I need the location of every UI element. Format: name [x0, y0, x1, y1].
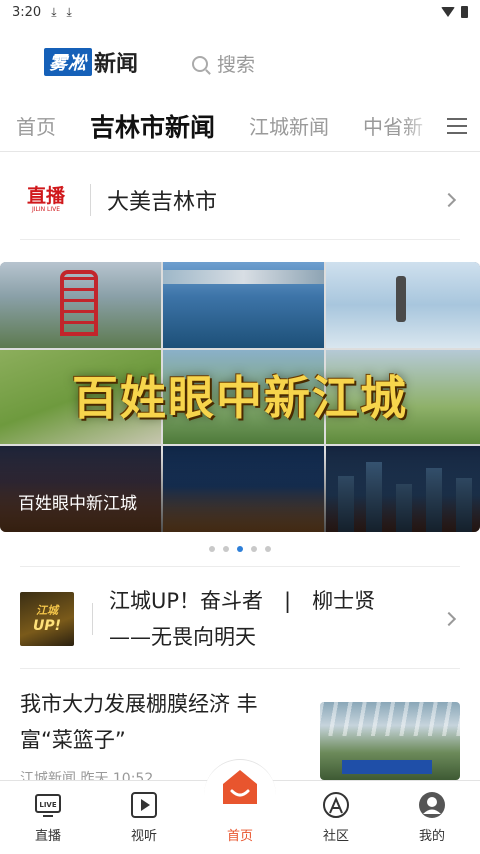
thumbnail-caption-bar [342, 760, 432, 774]
app-logo: 雾凇 新闻 [44, 46, 138, 78]
user-icon [419, 792, 445, 818]
nav-label: 视听 [130, 829, 157, 844]
menu-line [447, 125, 467, 127]
divider [20, 566, 460, 567]
tab-jiangcheng-news[interactable]: 江城新闻 [249, 111, 329, 140]
community-icon [323, 792, 349, 818]
chevron-right-icon [441, 192, 457, 207]
tabs-fade [404, 100, 434, 151]
nav-label: 我的 [418, 829, 445, 844]
greenhouse-roof [320, 702, 460, 736]
play-icon [131, 792, 157, 818]
menu-line [447, 132, 467, 134]
live-logo-text: 直播 [26, 184, 65, 207]
carousel-dot[interactable] [209, 546, 215, 552]
separator [92, 603, 93, 635]
bottom-navigation: LIVE 直播 视听 首页 社区 我的 [0, 759, 480, 854]
nav-live[interactable]: LIVE 直播 [0, 781, 96, 854]
carousel-dot[interactable] [251, 546, 257, 552]
banner-carousel[interactable]: 百姓眼中新江城 百姓眼中新江城 [0, 262, 480, 532]
article-thumbnail [320, 702, 460, 780]
banner-caption: 百姓眼中新江城 [18, 494, 137, 514]
article-title: 我市大力发展棚膜经济 丰富“菜篮子” [20, 692, 258, 752]
menu-line [447, 118, 467, 120]
tower-shape [60, 270, 98, 336]
carousel-dot[interactable] [223, 546, 229, 552]
banner-photo-river [163, 262, 324, 348]
channel-tabs: 首页 吉林市新闻 江城新闻 中省新 [0, 100, 480, 152]
feature-logo-line2: UP! [32, 618, 61, 634]
nav-label: 直播 [34, 829, 61, 844]
carousel-dots [0, 546, 480, 552]
feature-title: 江城UP！奋斗者 | 柳士贤——无畏向明天 [109, 589, 376, 649]
search-icon [192, 55, 208, 72]
feature-entry[interactable]: 江城 UP! 江城UP！奋斗者 | 柳士贤——无畏向明天 [20, 576, 460, 662]
live-entry[interactable]: 直播 JILIN LIVE 大美吉林市 [20, 160, 460, 240]
feature-logo-line1: 江城 [36, 604, 58, 617]
nav-home[interactable]: 首页 [192, 759, 288, 854]
banner-photo-tower [0, 262, 161, 348]
carousel-dot-active[interactable] [237, 546, 243, 552]
svg-text:LIVE: LIVE [39, 801, 56, 809]
battery-icon [461, 6, 468, 18]
status-indicators [441, 6, 468, 18]
nav-label: 首页 [226, 829, 253, 844]
logo-badge: 雾凇 [44, 48, 92, 76]
separator [90, 183, 91, 216]
live-logo: 直播 JILIN LIVE [20, 182, 72, 218]
nav-community[interactable]: 社区 [288, 781, 384, 854]
nav-label: 社区 [322, 829, 349, 844]
feature-logo: 江城 UP! [20, 592, 74, 646]
carousel-dot[interactable] [265, 546, 271, 552]
wifi-icon [441, 7, 455, 17]
live-logo-subtext: JILIN LIVE [31, 205, 61, 213]
tab-jilin-city-news[interactable]: 吉林市新闻 [90, 108, 215, 144]
statue-shape [396, 276, 406, 322]
search-placeholder: 搜索 [217, 54, 256, 76]
download-icon: ⤓ [66, 4, 72, 19]
banner-photo-statue [326, 262, 480, 348]
tab-home[interactable]: 首页 [16, 111, 56, 140]
divider [20, 668, 460, 669]
logo-word: 新闻 [94, 51, 139, 77]
home-smile-icon [223, 770, 257, 804]
download-icon: ⤓ [51, 4, 57, 19]
nav-profile[interactable]: 我的 [384, 781, 480, 854]
status-bar: 3:20 ⤓ ⤓ [0, 0, 480, 24]
nav-media[interactable]: 视听 [96, 781, 192, 854]
channel-menu-button[interactable] [434, 100, 480, 151]
app-header: 雾凇 新闻 搜索 [0, 40, 480, 84]
search-bar[interactable]: 搜索 [192, 50, 255, 77]
banner-headline: 百姓眼中新江城 [72, 371, 408, 425]
chevron-right-icon [441, 611, 457, 627]
status-time: 3:20 [12, 4, 42, 20]
live-tv-icon: LIVE [35, 794, 61, 817]
live-title: 大美吉林市 [107, 189, 218, 215]
